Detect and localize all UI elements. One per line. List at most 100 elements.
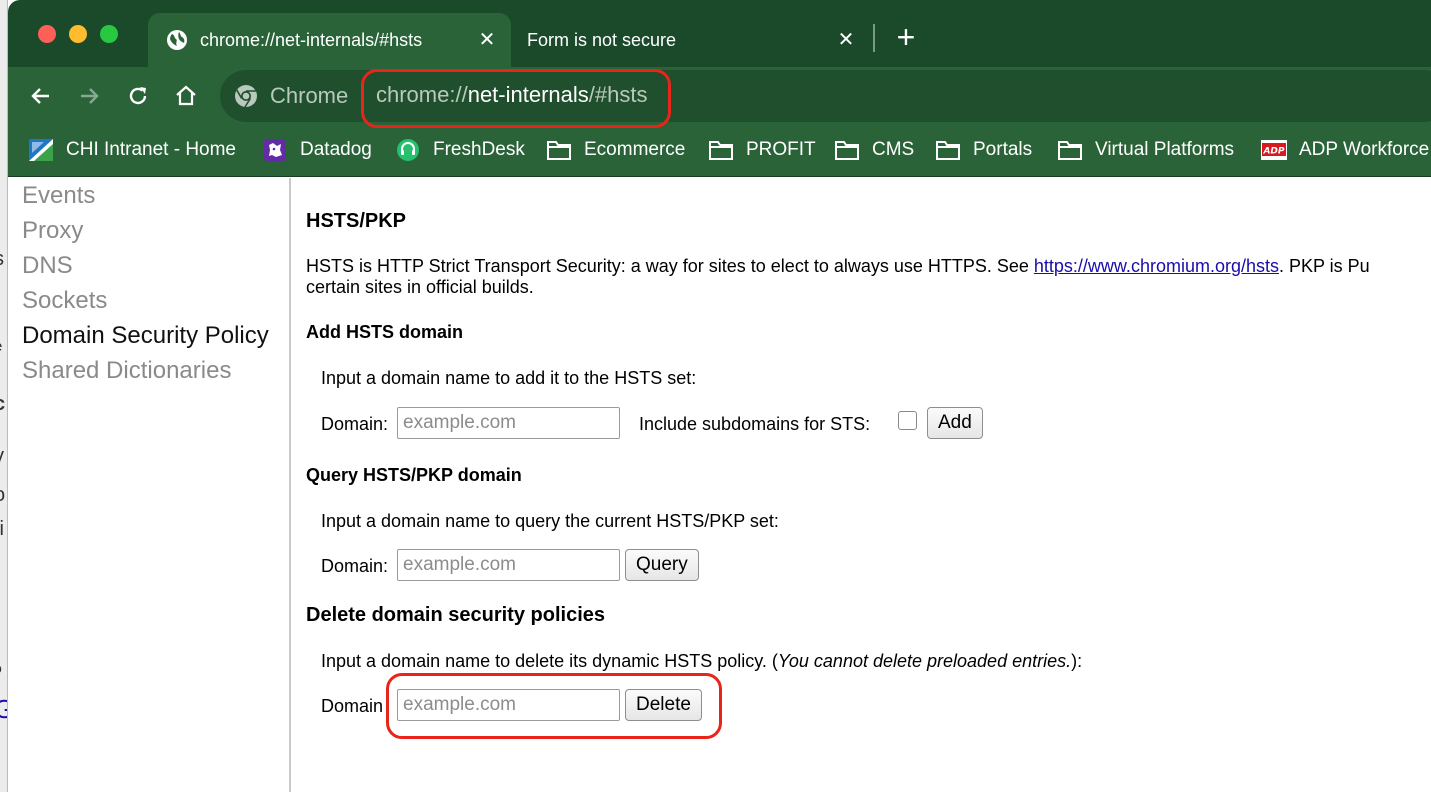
home-button[interactable] (171, 81, 201, 111)
bookmarks-bar: CHI Intranet - Home Datadog FreshDesk Ec… (8, 125, 1431, 177)
sidebar-item-dns[interactable]: DNS (22, 252, 73, 280)
chrome-chip[interactable]: Chrome (234, 81, 348, 111)
delete-domain-label: Domain (321, 696, 384, 716)
include-subdomains-label: Include subdomains for STS: (639, 414, 871, 434)
bookmark-folder-portals[interactable]: Portals (935, 136, 1032, 164)
background-text-fragment: e (0, 338, 2, 355)
add-hsts-instructions: Input a domain name to add it to the HST… (321, 368, 697, 388)
bookmark-label: Datadog (300, 139, 372, 160)
delete-instructions-prefix: Input a domain name to delete its dynami… (321, 651, 778, 671)
tab-form-not-secure[interactable]: Form is not secure ✕ (514, 13, 870, 67)
minimize-window-button[interactable] (69, 25, 87, 43)
folder-icon (1057, 138, 1083, 162)
hsts-link[interactable]: https://www.chromium.org/hsts (1034, 256, 1279, 276)
query-domain-input[interactable] (397, 549, 620, 581)
add-hsts-heading: Add HSTS domain (306, 322, 463, 342)
delete-button[interactable]: Delete (625, 689, 702, 721)
url-text[interactable]: chrome://net-internals/#hsts (376, 82, 647, 108)
chrome-chip-label: Chrome (270, 83, 349, 108)
add-domain-label: Domain: (321, 414, 389, 434)
background-text-fragment: c (0, 393, 5, 416)
sidebar-item-events[interactable]: Events (22, 182, 95, 210)
url-host: net-internals (467, 82, 589, 107)
intro-text: HSTS is HTTP Strict Transport Security: … (306, 256, 1370, 277)
bookmark-folder-cms[interactable]: CMS (834, 136, 914, 164)
sidebar-item-domain-security-policy[interactable]: Domain Security Policy (22, 322, 269, 350)
add-button[interactable]: Add (927, 407, 983, 439)
hsts-panel: HSTS/PKP HSTS is HTTP Strict Transport S… (306, 178, 1431, 792)
bookmark-adp-workforce[interactable]: ADP ADP Workforce (1261, 136, 1429, 164)
url-scheme: chrome:// (376, 82, 468, 107)
zoom-window-button[interactable] (100, 25, 118, 43)
query-domain-label: Domain: (321, 556, 389, 576)
intro-prefix: HSTS is HTTP Strict Transport Security: … (306, 256, 1034, 276)
globe-icon (166, 29, 188, 51)
tab-net-internals[interactable]: chrome://net-internals/#hsts ✕ (148, 13, 511, 67)
new-tab-button[interactable]: + (892, 21, 920, 53)
net-internals-sidebar: Events Proxy DNS Sockets Domain Security… (8, 178, 291, 792)
back-button[interactable] (26, 81, 56, 111)
arrow-left-icon (31, 88, 49, 104)
delete-instructions-note: You cannot delete preloaded entries. (777, 651, 1072, 671)
add-domain-input[interactable] (397, 407, 620, 439)
bookmark-label: FreshDesk (433, 139, 525, 160)
page-title: HSTS/PKP (306, 210, 407, 232)
intro-text-line2: certain sites in official builds. (306, 277, 534, 297)
folder-icon (834, 138, 860, 162)
forward-button[interactable] (74, 81, 104, 111)
bookmark-label: PROFIT (746, 139, 816, 160)
close-tab-icon[interactable]: ✕ (477, 30, 497, 50)
delete-policies-heading: Delete domain security policies (306, 604, 605, 626)
bookmark-datadog[interactable]: Datadog (262, 136, 372, 164)
tab-title: chrome://net-internals/#hsts (200, 29, 423, 50)
svg-text:ADP: ADP (1262, 147, 1284, 157)
bookmark-folder-profit[interactable]: PROFIT (708, 136, 816, 164)
bookmark-folder-ecommerce[interactable]: Ecommerce (546, 136, 685, 164)
bookmark-label: Ecommerce (584, 139, 686, 160)
folder-icon (546, 138, 572, 162)
adp-icon: ADP (1261, 138, 1287, 162)
omnibox-separator (362, 84, 363, 110)
tab-title: Form is not secure (527, 29, 677, 50)
bookmark-label: CHI Intranet - Home (66, 139, 236, 160)
bookmark-label: Portals (973, 139, 1033, 160)
close-tab-icon[interactable]: ✕ (836, 30, 856, 50)
reload-button[interactable] (123, 81, 153, 111)
bookmark-freshdesk[interactable]: FreshDesk (395, 136, 525, 164)
background-text-fragment: o (0, 484, 5, 507)
chi-logo-icon (28, 138, 54, 162)
background-text-fragment: v (0, 445, 4, 468)
query-hsts-heading: Query HSTS/PKP domain (306, 465, 522, 485)
browser-window: chrome://net-internals/#hsts ✕ Form is n… (7, 0, 1431, 792)
screenshot: t s e c v o ti o G chrome://net-in (0, 0, 1431, 792)
background-text-fragment: o (0, 660, 2, 676)
sidebar-item-sockets[interactable]: Sockets (22, 287, 107, 315)
query-hsts-instructions: Input a domain name to query the current… (321, 511, 779, 531)
delete-domain-input[interactable] (397, 689, 620, 721)
bookmark-folder-virtual-platforms[interactable]: Virtual Platforms (1057, 136, 1234, 164)
toolbar: Chrome chrome://net-internals/#hsts (8, 67, 1431, 125)
bookmark-chi-intranet[interactable]: CHI Intranet - Home (28, 136, 236, 164)
delete-instructions-suffix: ): (1071, 651, 1083, 671)
datadog-icon (262, 138, 288, 162)
sidebar-item-shared-dictionaries[interactable]: Shared Dictionaries (22, 357, 231, 385)
folder-icon (708, 138, 734, 162)
arrow-right-icon (81, 88, 99, 104)
sidebar-item-proxy[interactable]: Proxy (22, 217, 83, 245)
close-window-button[interactable] (38, 25, 56, 43)
bookmark-label: ADP Workforce (1299, 139, 1430, 160)
folder-icon (935, 138, 961, 162)
tab-separator (873, 24, 875, 52)
delete-instructions: Input a domain name to delete its dynami… (321, 651, 1082, 672)
chrome-logo-icon (235, 85, 257, 108)
query-button[interactable]: Query (625, 549, 699, 581)
background-text-fragment: ti (0, 518, 4, 541)
bookmark-label: Virtual Platforms (1095, 139, 1235, 160)
include-subdomains-checkbox[interactable] (898, 411, 917, 430)
url-path: /#hsts (588, 82, 648, 107)
reload-icon (129, 87, 147, 105)
freshdesk-icon (395, 138, 421, 162)
tab-strip: chrome://net-internals/#hsts ✕ Form is n… (8, 0, 1431, 67)
page-content: Events Proxy DNS Sockets Domain Security… (8, 178, 1431, 792)
home-icon (176, 85, 196, 106)
